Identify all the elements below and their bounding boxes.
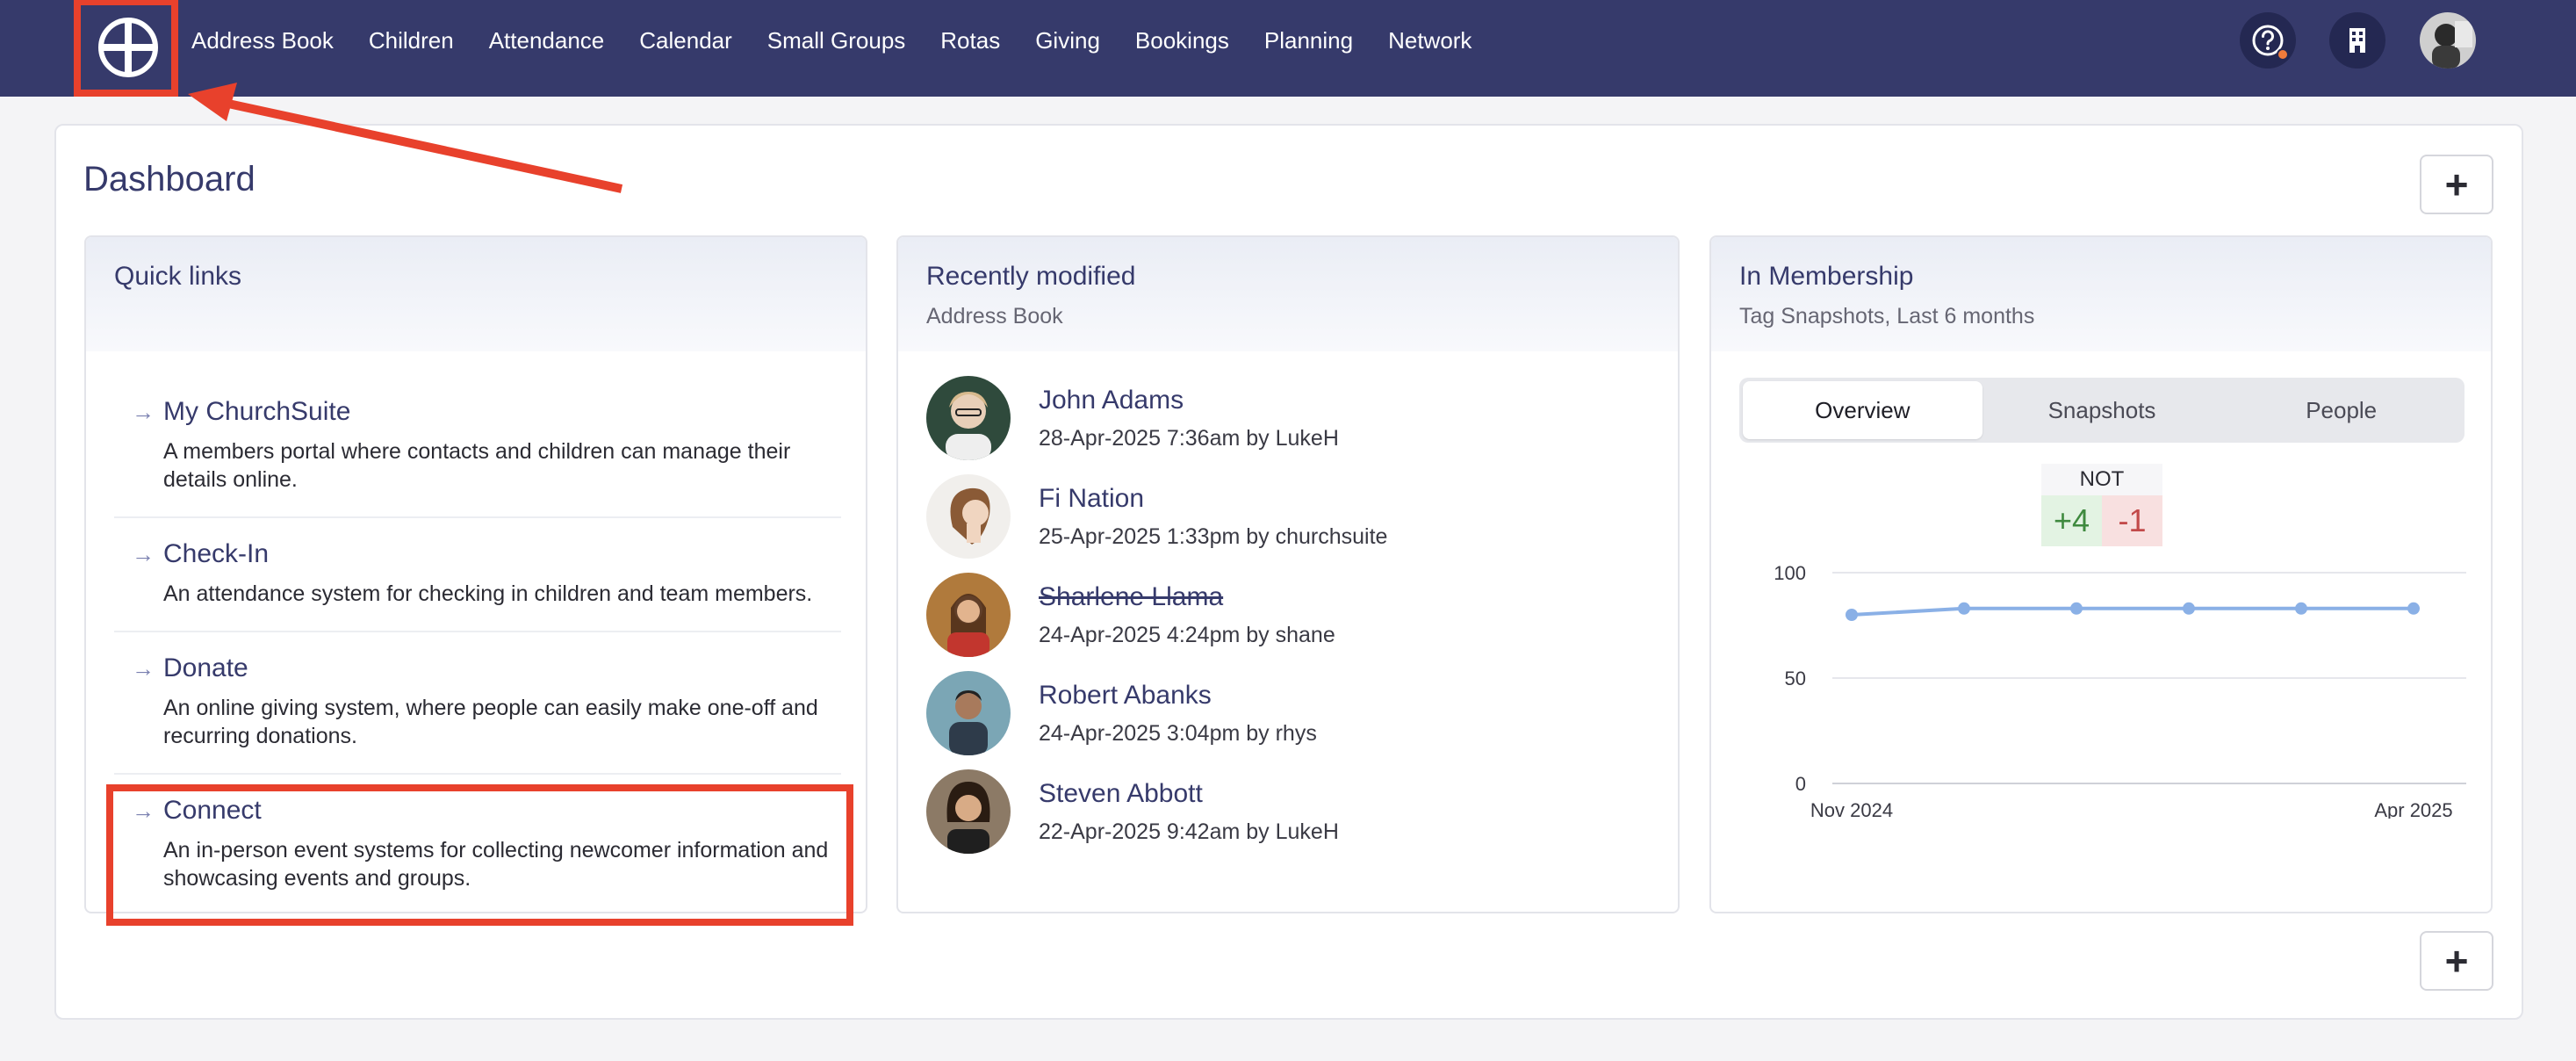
- panel-title: In Membership: [1739, 262, 1914, 291]
- contact-name-link[interactable]: Steven Abbott: [1039, 779, 1203, 809]
- contact-avatar[interactable]: [926, 474, 1011, 559]
- contact-name-link[interactable]: John Adams: [1039, 386, 1184, 415]
- series-line: [1851, 606, 2414, 617]
- recent-contact-row: Robert Abanks 24-Apr-2025 3:04pm by rhys: [926, 671, 1646, 755]
- data-point: [2295, 602, 2307, 615]
- panel-subtitle: Address Book: [926, 304, 1063, 328]
- panel-header: Recently modified Address Book: [898, 237, 1678, 351]
- recently-modified-panel: Recently modified Address Book John Adam…: [896, 235, 1680, 913]
- user-avatar[interactable]: [2420, 12, 2476, 69]
- panel-subtitle: Tag Snapshots, Last 6 months: [1739, 304, 2035, 328]
- tab-overview[interactable]: Overview: [1743, 381, 1982, 439]
- modified-meta: 24-Apr-2025 3:04pm by rhys: [1039, 720, 1317, 746]
- modified-meta: 22-Apr-2025 9:42am by LukeH: [1039, 819, 1339, 844]
- contact-avatar[interactable]: [926, 376, 1011, 460]
- building-icon: [2349, 28, 2365, 53]
- panel-header: In Membership Tag Snapshots, Last 6 mont…: [1711, 237, 2491, 351]
- top-navigation-bar: Address Book Children Attendance Calenda…: [0, 0, 2576, 97]
- data-point: [1958, 602, 1970, 615]
- panel-title: Recently modified: [926, 262, 1136, 291]
- quick-link-connect[interactable]: Connect: [163, 796, 262, 826]
- panel-title: Quick links: [114, 262, 242, 291]
- contact-name-link[interactable]: Robert Abanks: [1039, 681, 1212, 711]
- quick-links-panel: Quick links → My ChurchSuite A members p…: [84, 235, 867, 913]
- membership-tabs: Overview Snapshots People: [1739, 378, 2464, 443]
- added-count-badge: +4: [2041, 495, 2102, 546]
- plus-icon: +: [2444, 162, 2469, 207]
- data-point: [2183, 602, 2195, 615]
- add-widget-button[interactable]: +: [2420, 155, 2493, 214]
- page-title: Dashboard: [83, 160, 255, 198]
- y-tick-label: 100: [1774, 562, 1806, 584]
- data-point: [1846, 609, 1858, 621]
- quick-link-description: An attendance system for checking in chi…: [163, 581, 813, 606]
- not-tag-summary: NOT +4 -1: [2041, 464, 2162, 546]
- nav-actions: [0, 12, 2576, 69]
- tab-snapshots[interactable]: Snapshots: [1982, 381, 2222, 439]
- y-tick-label: 50: [1785, 668, 1806, 689]
- contact-avatar[interactable]: [926, 671, 1011, 755]
- arrow-right-icon: →: [132, 541, 155, 567]
- contact-name-link[interactable]: Sharlene Llama: [1039, 582, 1223, 612]
- x-tick-label: Nov 2024: [1810, 799, 1893, 819]
- tab-people[interactable]: People: [2221, 381, 2461, 439]
- recent-contact-row: Fi Nation 25-Apr-2025 1:33pm by churchsu…: [926, 474, 1646, 559]
- arrow-right-icon: →: [132, 798, 155, 824]
- contact-avatar[interactable]: [926, 573, 1011, 657]
- arrow-right-icon: →: [132, 655, 155, 682]
- membership-panel: In Membership Tag Snapshots, Last 6 mont…: [1709, 235, 2493, 913]
- modified-meta: 28-Apr-2025 7:36am by LukeH: [1039, 425, 1339, 451]
- add-widget-button-bottom[interactable]: +: [2420, 931, 2493, 991]
- quick-link-item: → Check-In An attendance system for chec…: [114, 539, 841, 632]
- plus-icon: +: [2444, 938, 2469, 984]
- modified-meta: 24-Apr-2025 4:24pm by shane: [1039, 622, 1335, 647]
- y-tick-label: 0: [1795, 773, 1806, 795]
- quick-link-item: → Donate An online giving system, where …: [114, 653, 841, 775]
- x-tick-label: Apr 2025: [2374, 799, 2452, 819]
- membership-line-chart: 0 50 100 Nov 2024 Apr 2025: [1774, 562, 2466, 819]
- recent-contact-row: Steven Abbott 22-Apr-2025 9:42am by Luke…: [926, 769, 1646, 854]
- contact-name-link[interactable]: Fi Nation: [1039, 484, 1144, 514]
- organisation-button[interactable]: [2329, 12, 2385, 69]
- modified-meta: 25-Apr-2025 1:33pm by churchsuite: [1039, 523, 1388, 549]
- recent-contacts-list: John Adams 28-Apr-2025 7:36am by LukeH F…: [926, 376, 1646, 868]
- notification-dot: [2277, 48, 2289, 61]
- not-label: NOT: [2041, 464, 2162, 495]
- quick-link-description: A members portal where contacts and chil…: [163, 439, 791, 492]
- quick-link-description: An online giving system, where people ca…: [163, 696, 818, 748]
- quick-link-my-churchsuite[interactable]: My ChurchSuite: [163, 397, 350, 427]
- arrow-right-icon: →: [132, 399, 155, 425]
- quick-link-item: → Connect An in-person event systems for…: [114, 796, 841, 912]
- quick-links-list: → My ChurchSuite A members portal where …: [114, 397, 841, 912]
- panel-header: Quick links: [86, 237, 866, 351]
- recent-contact-row: John Adams 28-Apr-2025 7:36am by LukeH: [926, 376, 1646, 460]
- data-point: [2407, 602, 2420, 615]
- removed-count-badge: -1: [2102, 495, 2162, 546]
- contact-avatar[interactable]: [926, 769, 1011, 854]
- data-point: [2070, 602, 2083, 615]
- recent-contact-row: Sharlene Llama 24-Apr-2025 4:24pm by sha…: [926, 573, 1646, 657]
- quick-link-donate[interactable]: Donate: [163, 653, 248, 683]
- help-button[interactable]: [2240, 12, 2296, 69]
- quick-link-description: An in-person event systems for collectin…: [163, 838, 829, 891]
- quick-link-item: → My ChurchSuite A members portal where …: [114, 397, 841, 518]
- quick-link-check-in[interactable]: Check-In: [163, 539, 269, 569]
